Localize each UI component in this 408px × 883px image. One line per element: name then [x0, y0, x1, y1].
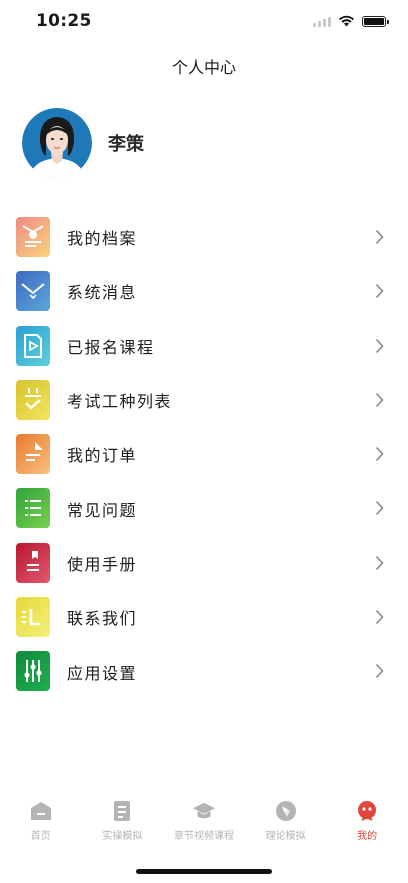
menu-item-label: 常见问题 — [67, 500, 138, 520]
tab-label: 我的 — [357, 831, 378, 842]
wifi-icon — [339, 15, 354, 27]
compass-icon — [274, 800, 298, 822]
checklist-notepad-icon — [16, 379, 50, 420]
menu-item-orders[interactable]: 我的订单 — [0, 427, 408, 481]
home-indicator — [136, 869, 272, 874]
tab-label: 章节视频课程 — [173, 831, 234, 842]
tab-chapter-videos[interactable]: 章节视频课程 — [163, 800, 245, 850]
graduation-cap-icon — [192, 800, 216, 822]
tab-home[interactable]: 首页 — [0, 800, 82, 850]
battery-icon — [362, 15, 389, 27]
chevron-right-icon — [375, 447, 384, 462]
chevron-right-icon — [375, 610, 384, 625]
menu-item-exam-types[interactable]: 考试工种列表 — [0, 373, 408, 427]
cellular-signal-icon — [313, 16, 331, 27]
menu-item-label: 我的订单 — [67, 446, 138, 466]
menu-item-settings[interactable]: 应用设置 — [0, 644, 408, 698]
menu-item-label: 我的档案 — [67, 229, 138, 249]
user-face-icon — [355, 800, 379, 822]
tab-label: 理论模拟 — [265, 831, 306, 842]
chevron-right-icon — [375, 501, 384, 516]
list-icon — [16, 488, 50, 529]
bottom-tab-bar: 首页 实操模拟 章节视频课程 理论模拟 我的 — [0, 800, 408, 850]
menu-item-label: 已报名课程 — [67, 337, 155, 357]
menu-item-manual[interactable]: 使用手册 — [0, 536, 408, 590]
document-icon — [16, 434, 50, 475]
menu-item-archive[interactable]: 我的档案 — [0, 210, 408, 264]
page-title: 个人中心 — [171, 58, 236, 77]
menu-list: 我的档案 系统消息 已报名课程 考试工种列表 我的订单 常见问题 使用手册 联系… — [0, 210, 408, 699]
tab-theory-simulation[interactable]: 理论模拟 — [245, 800, 327, 850]
envelope-icon — [16, 271, 50, 312]
menu-item-contact[interactable]: 联系我们 — [0, 590, 408, 644]
menu-item-label: 联系我们 — [67, 609, 138, 629]
manual-book-icon — [16, 542, 50, 583]
home-icon — [29, 800, 53, 822]
profile-card-icon — [16, 217, 50, 257]
contact-icon — [16, 597, 50, 638]
chevron-right-icon — [375, 664, 384, 679]
chevron-right-icon — [375, 555, 384, 570]
chevron-right-icon — [375, 284, 384, 299]
clipboard-icon — [110, 800, 134, 822]
user-name: 李策 — [108, 134, 144, 155]
tab-label: 实操模拟 — [102, 831, 143, 842]
tab-practical-simulation[interactable]: 实操模拟 — [82, 800, 164, 850]
avatar[interactable] — [22, 108, 92, 178]
status-bar: 10:25 — [0, 0, 408, 44]
menu-item-enrolled-courses[interactable]: 已报名课程 — [0, 319, 408, 373]
profile-header[interactable]: 李策 — [22, 108, 144, 178]
menu-item-messages[interactable]: 系统消息 — [0, 264, 408, 318]
sliders-icon — [16, 651, 50, 692]
chevron-right-icon — [375, 392, 384, 407]
menu-item-label: 应用设置 — [67, 663, 138, 683]
menu-item-label: 使用手册 — [67, 554, 138, 574]
status-time: 10:25 — [36, 11, 92, 31]
video-doc-icon — [16, 325, 50, 366]
menu-item-label: 系统消息 — [67, 283, 138, 303]
menu-item-faq[interactable]: 常见问题 — [0, 481, 408, 535]
tab-mine[interactable]: 我的 — [326, 800, 408, 850]
chevron-right-icon — [375, 229, 384, 245]
menu-item-label: 考试工种列表 — [67, 392, 173, 412]
chevron-right-icon — [375, 338, 384, 353]
tab-label: 首页 — [30, 831, 51, 842]
